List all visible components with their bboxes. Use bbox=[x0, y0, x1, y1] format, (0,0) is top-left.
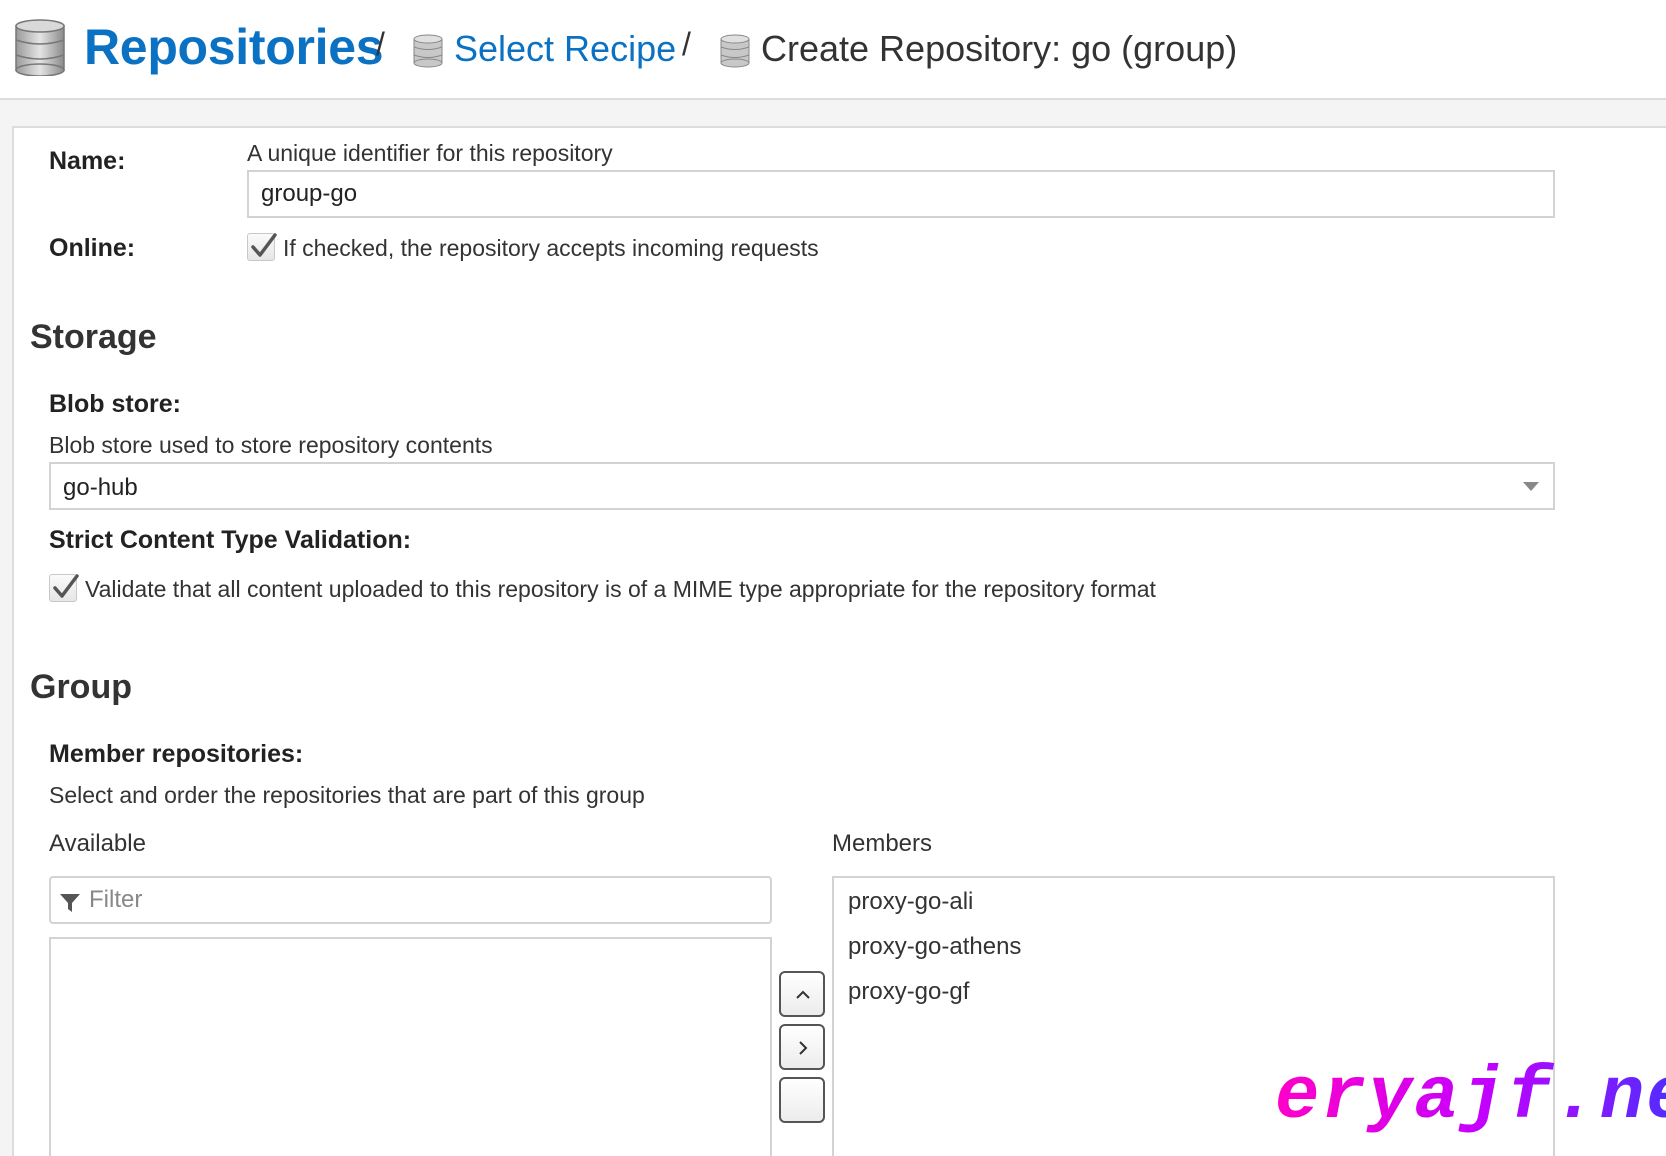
database-icon bbox=[15, 19, 65, 76]
chevron-up-icon bbox=[796, 990, 810, 999]
storage-section-title: Storage bbox=[30, 318, 157, 356]
list-item[interactable]: proxy-go-athens bbox=[848, 933, 1021, 961]
chevron-right-icon bbox=[799, 1041, 808, 1055]
online-help: If checked, the repository accepts incom… bbox=[283, 235, 819, 261]
strict-validation-label: Strict Content Type Validation: bbox=[49, 526, 412, 554]
breadcrumb-separator: / bbox=[376, 26, 385, 62]
name-label: Name: bbox=[49, 147, 126, 175]
breadcrumb-select-recipe[interactable]: Select Recipe bbox=[454, 27, 676, 71]
breadcrumb-current: Create Repository: go (group) bbox=[761, 28, 1238, 69]
available-label: Available bbox=[49, 830, 146, 857]
list-item[interactable]: proxy-go-gf bbox=[848, 978, 969, 1006]
checkmark-icon bbox=[53, 574, 79, 598]
member-repositories-help: Select and order the repositories that a… bbox=[49, 782, 645, 808]
move-down-button[interactable] bbox=[779, 1077, 825, 1123]
name-help: A unique identifier for this repository bbox=[247, 140, 613, 166]
blob-store-select[interactable]: go-hub bbox=[49, 462, 1555, 510]
filter-icon bbox=[60, 894, 80, 912]
strict-validation-checkbox[interactable] bbox=[49, 574, 79, 602]
breadcrumb-root[interactable]: Repositories bbox=[84, 16, 384, 78]
available-list[interactable] bbox=[49, 937, 772, 1156]
online-checkbox[interactable] bbox=[247, 233, 277, 261]
database-icon bbox=[413, 34, 443, 68]
database-icon bbox=[720, 34, 750, 68]
group-section-title: Group bbox=[30, 668, 132, 706]
strict-validation-help: Validate that all content uploaded to th… bbox=[85, 576, 1156, 602]
checkmark-icon bbox=[251, 233, 277, 257]
watermark: eryajf.net bbox=[1275, 1058, 1666, 1138]
name-input[interactable] bbox=[247, 170, 1555, 218]
blob-store-label: Blob store: bbox=[49, 390, 181, 418]
page-header: Repositories / Select Recipe / Create Re… bbox=[0, 0, 1666, 100]
blob-store-help: Blob store used to store repository cont… bbox=[49, 432, 493, 458]
filter-input[interactable] bbox=[89, 884, 809, 916]
online-label: Online: bbox=[49, 234, 136, 262]
add-to-members-button[interactable] bbox=[779, 1024, 825, 1070]
move-up-button[interactable] bbox=[779, 971, 825, 1017]
blob-store-value: go-hub bbox=[63, 474, 138, 501]
members-label: Members bbox=[832, 830, 933, 857]
member-repositories-label: Member repositories: bbox=[49, 740, 304, 768]
list-item[interactable]: proxy-go-ali bbox=[848, 888, 973, 916]
available-filter[interactable] bbox=[49, 876, 809, 924]
chevron-down-icon[interactable] bbox=[1523, 482, 1539, 491]
breadcrumb-separator: / bbox=[682, 26, 691, 62]
